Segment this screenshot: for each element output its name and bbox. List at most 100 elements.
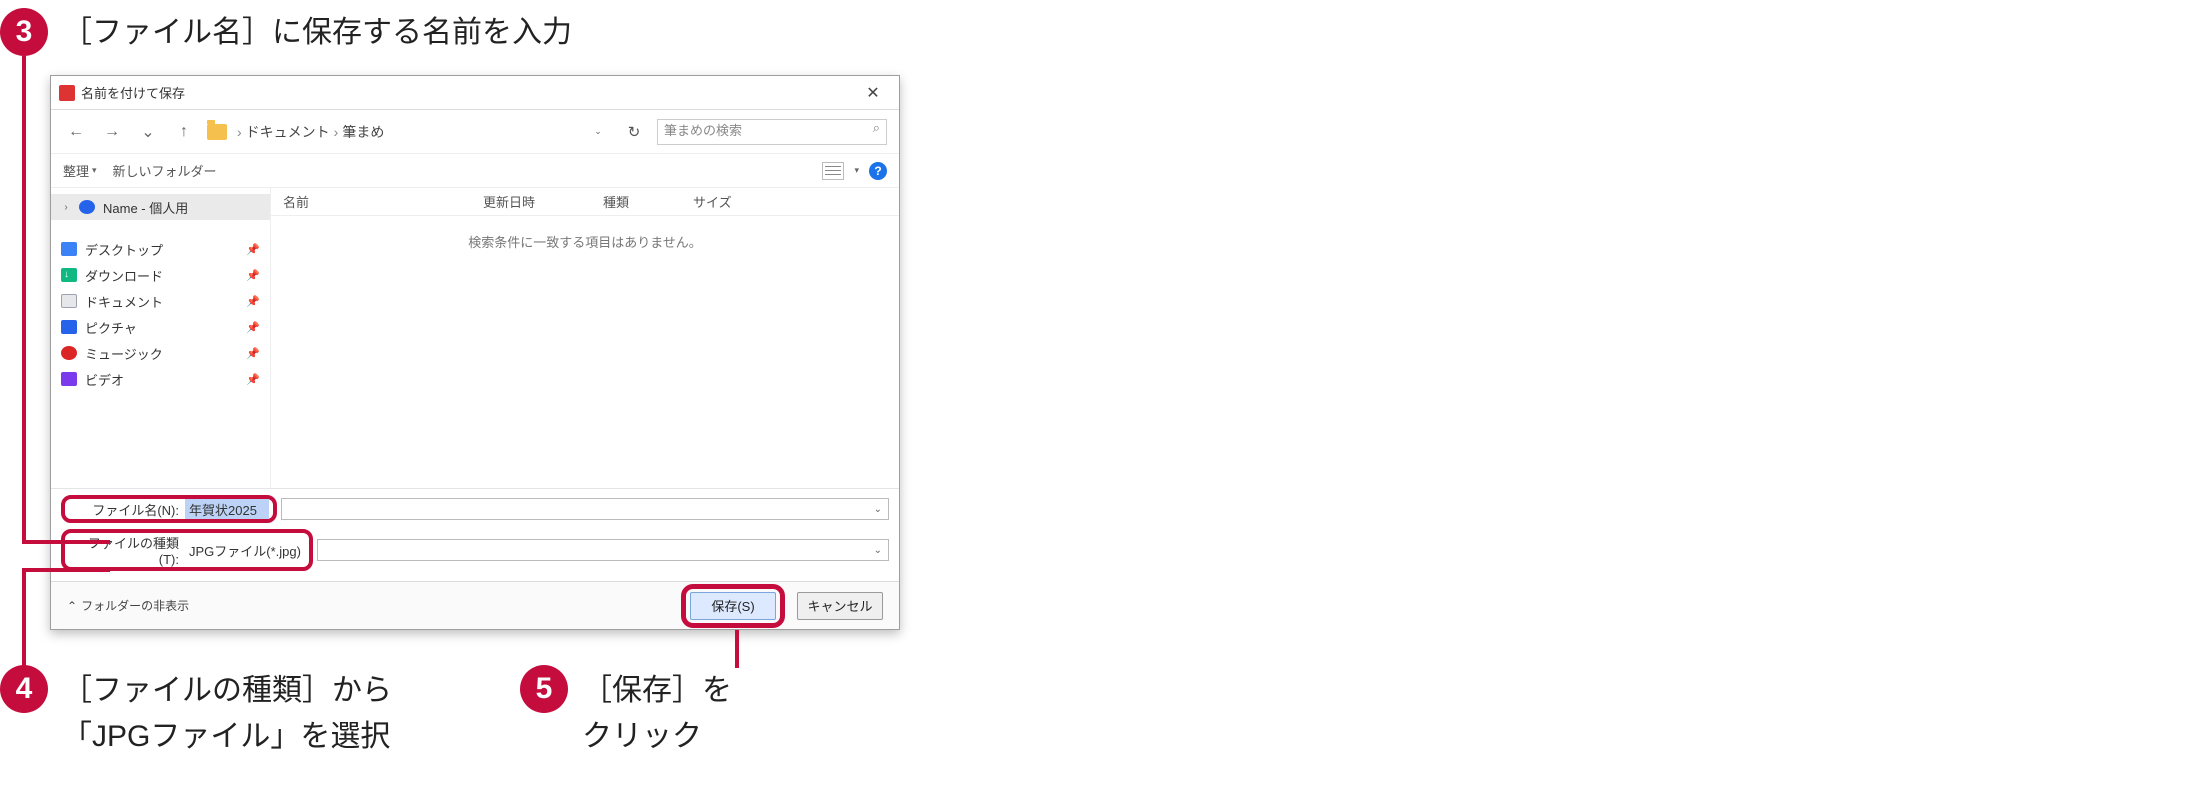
- sidebar-item-documents[interactable]: ドキュメント 📌: [51, 288, 270, 314]
- pin-icon: 📌: [246, 269, 260, 282]
- filetype-label: ファイルの種類(T):: [69, 533, 179, 567]
- onedrive-icon: [79, 200, 95, 214]
- toolbar-row: 整理 ▾ 新しいフォルダー ▾ ?: [51, 154, 899, 188]
- filename-input-full[interactable]: ⌄: [281, 498, 889, 520]
- sidebar-item-music[interactable]: ミュージック 📌: [51, 340, 270, 366]
- pin-icon: 📌: [246, 321, 260, 334]
- callout-num-5: 5: [536, 672, 553, 706]
- empty-message: 検索条件に一致する項目はありません。: [271, 216, 899, 488]
- sidebar-root-label: Name - 個人用: [103, 198, 188, 217]
- caret-icon: ▾: [92, 165, 97, 176]
- new-folder-label: 新しいフォルダー: [113, 161, 217, 180]
- breadcrumb-seg-1: ドキュメント: [246, 122, 330, 142]
- refresh-button[interactable]: ↻: [621, 119, 647, 145]
- filetype-select-highlighted[interactable]: JPGファイル(*.jpg): [185, 540, 305, 560]
- search-icon: ⌕: [873, 120, 880, 136]
- filetype-select-full[interactable]: ⌄: [317, 539, 889, 561]
- nav-back-button[interactable]: ←: [63, 119, 89, 145]
- dropdown-caret-icon: ⌄: [874, 545, 882, 556]
- col-date[interactable]: 更新日時: [471, 192, 591, 211]
- dialog-footer: ⌃ フォルダーの非表示 保存(S) キャンセル: [51, 581, 899, 629]
- col-type[interactable]: 種類: [591, 192, 681, 211]
- filename-value: 年賀状2025: [189, 500, 257, 519]
- save-as-dialog: 名前を付けて保存 ✕ ← → ⌄ ↑ › ドキュメント › 筆まめ ⌄ ↻ 筆ま…: [50, 75, 900, 630]
- callout-line-3v: [22, 56, 26, 544]
- save-button-highlight: 保存(S): [681, 584, 785, 628]
- document-icon: [61, 294, 77, 308]
- video-icon: [61, 372, 77, 386]
- dropdown-caret-icon: ⌄: [874, 504, 882, 515]
- sidebar-item-downloads[interactable]: ↓ ダウンロード 📌: [51, 262, 270, 288]
- callout-line-5v: [735, 630, 739, 668]
- help-icon[interactable]: ?: [869, 162, 887, 180]
- search-placeholder: 筆まめの検索: [664, 123, 742, 138]
- desktop-icon: [61, 242, 77, 256]
- pin-icon: 📌: [246, 295, 260, 308]
- titlebar: 名前を付けて保存 ✕: [51, 76, 899, 110]
- nav-dropdown-caret[interactable]: ⌄: [135, 119, 161, 145]
- callout-badge-4: 4: [0, 665, 48, 713]
- col-name[interactable]: 名前: [271, 192, 471, 211]
- breadcrumb-sep: ›: [334, 124, 339, 140]
- hide-folders-label: フォルダーの非表示: [81, 597, 189, 614]
- arrange-label: 整理: [63, 161, 89, 180]
- sidebar-item-desktop[interactable]: デスクトップ 📌: [51, 236, 270, 262]
- breadcrumb-dropdown[interactable]: ⌄: [585, 119, 611, 145]
- field-rows: ファイル名(N): 年賀状2025 ⌄ ファイルの種類(T): JPGファイル(…: [51, 488, 899, 581]
- search-input[interactable]: 筆まめの検索 ⌕: [657, 119, 887, 145]
- callout-badge-5: 5: [520, 665, 568, 713]
- save-label: 保存(S): [711, 596, 754, 615]
- sidebar-item-label: ミュージック: [85, 344, 163, 363]
- cancel-label: キャンセル: [807, 596, 872, 615]
- app-icon: [59, 85, 75, 101]
- callout-num-4: 4: [16, 672, 33, 706]
- nav-row: ← → ⌄ ↑ › ドキュメント › 筆まめ ⌄ ↻ 筆まめの検索 ⌕: [51, 110, 899, 154]
- file-headers: 名前 更新日時 種類 サイズ: [271, 188, 899, 216]
- new-folder-button[interactable]: 新しいフォルダー: [113, 161, 217, 180]
- filetype-row: ファイルの種類(T): JPGファイル(*.jpg) ⌄: [61, 529, 889, 571]
- callout-num-3: 3: [16, 15, 33, 49]
- callout-text-3: ［ファイル名］に保存する名前を入力: [62, 10, 572, 55]
- folder-icon: [207, 124, 227, 140]
- breadcrumb-sep: ›: [237, 124, 242, 140]
- arrange-menu[interactable]: 整理 ▾: [63, 161, 97, 180]
- nav-up-button[interactable]: ↑: [171, 119, 197, 145]
- callout-text-4-line2: 「JPGファイル」を選択: [62, 714, 390, 759]
- hide-folders-toggle[interactable]: ⌃ フォルダーの非表示: [67, 597, 189, 614]
- breadcrumb[interactable]: › ドキュメント › 筆まめ: [237, 122, 384, 142]
- filename-input-highlighted[interactable]: 年賀状2025: [185, 499, 269, 519]
- callout-text-5-line2: クリック: [582, 714, 702, 759]
- chevron-up-icon: ⌃: [67, 599, 77, 613]
- cancel-button[interactable]: キャンセル: [797, 592, 883, 620]
- sidebar-root[interactable]: › Name - 個人用: [51, 194, 270, 220]
- nav-forward-button[interactable]: →: [99, 119, 125, 145]
- music-icon: [61, 346, 77, 360]
- dialog-body: › Name - 個人用 デスクトップ 📌 ↓ ダウンロード 📌 ドキュメント: [51, 188, 899, 488]
- pin-icon: 📌: [246, 373, 260, 386]
- sidebar-item-label: ドキュメント: [85, 292, 163, 311]
- view-toggle-button[interactable]: [822, 162, 844, 180]
- callout-text-4-line1: ［ファイルの種類］から: [62, 668, 392, 713]
- sidebar-item-label: デスクトップ: [85, 240, 163, 259]
- callout-line-4h: [22, 568, 110, 572]
- callout-badge-3: 3: [0, 8, 48, 56]
- file-area: 名前 更新日時 種類 サイズ 検索条件に一致する項目はありません。: [271, 188, 899, 488]
- filetype-value: JPGファイル(*.jpg): [189, 541, 301, 560]
- chevron-right-icon: ›: [61, 202, 71, 213]
- filename-label: ファイル名(N):: [69, 500, 179, 519]
- caret-icon: ▾: [854, 165, 859, 176]
- col-size[interactable]: サイズ: [681, 192, 771, 211]
- callout-text-5-line1: ［保存］を: [582, 668, 732, 713]
- callout-line-4v: [22, 568, 26, 666]
- close-button[interactable]: ✕: [855, 81, 891, 105]
- sidebar-item-pictures[interactable]: ピクチャ 📌: [51, 314, 270, 340]
- pin-icon: 📌: [246, 347, 260, 360]
- save-button[interactable]: 保存(S): [690, 592, 776, 620]
- sidebar-item-label: ダウンロード: [85, 266, 163, 285]
- breadcrumb-seg-2: 筆まめ: [342, 122, 384, 142]
- pin-icon: 📌: [246, 243, 260, 256]
- sidebar-item-videos[interactable]: ビデオ 📌: [51, 366, 270, 392]
- sidebar-item-label: ビデオ: [85, 370, 124, 389]
- dialog-title: 名前を付けて保存: [81, 83, 855, 102]
- pictures-icon: [61, 320, 77, 334]
